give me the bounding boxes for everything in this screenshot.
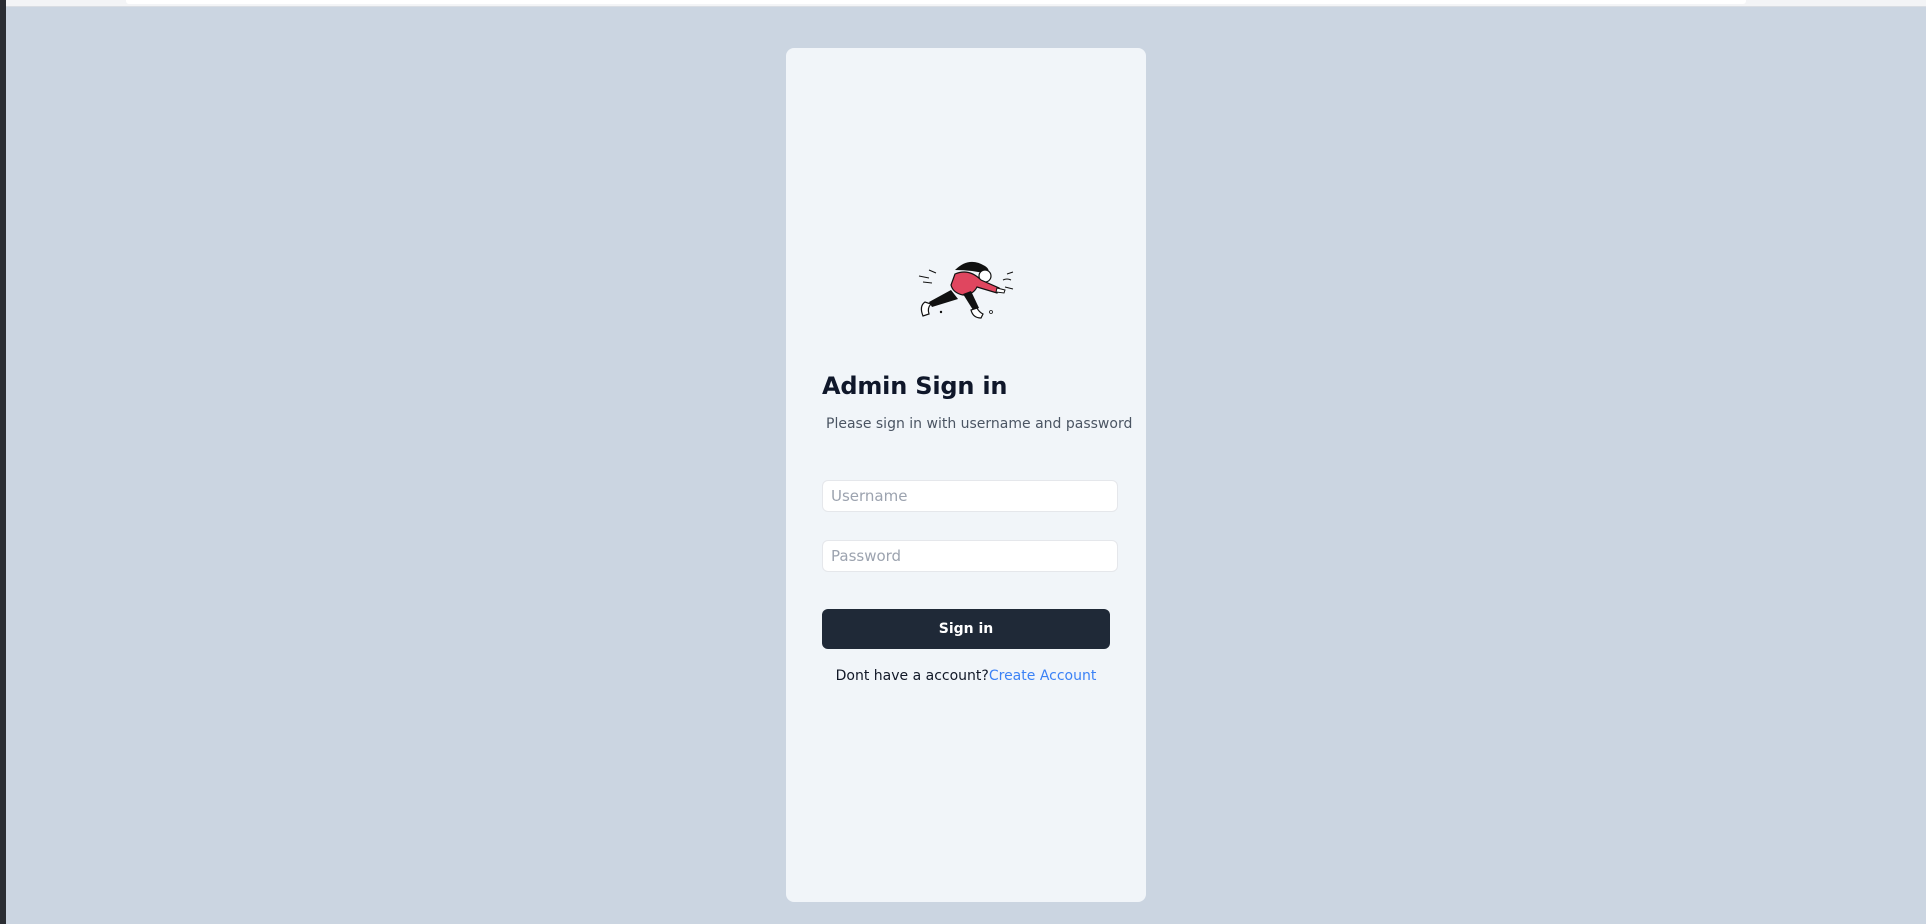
password-input[interactable] xyxy=(822,540,1118,572)
sign-in-button[interactable]: Sign in xyxy=(822,609,1110,649)
running-person-illustration xyxy=(918,261,1014,319)
browser-top-bar xyxy=(6,0,1926,7)
no-account-text: Dont have a account? xyxy=(835,668,989,684)
page-subtitle: Please sign in with username and passwor… xyxy=(826,416,1133,432)
create-account-prompt: Dont have a account?Create Account xyxy=(786,668,1146,684)
username-input[interactable] xyxy=(822,480,1118,512)
window-left-edge xyxy=(0,0,6,924)
login-card: Admin Sign in Please sign in with userna… xyxy=(786,48,1146,902)
create-account-link[interactable]: Create Account xyxy=(989,668,1097,684)
browser-top-bar-inner xyxy=(126,0,1746,4)
page-title: Admin Sign in xyxy=(822,372,1008,400)
